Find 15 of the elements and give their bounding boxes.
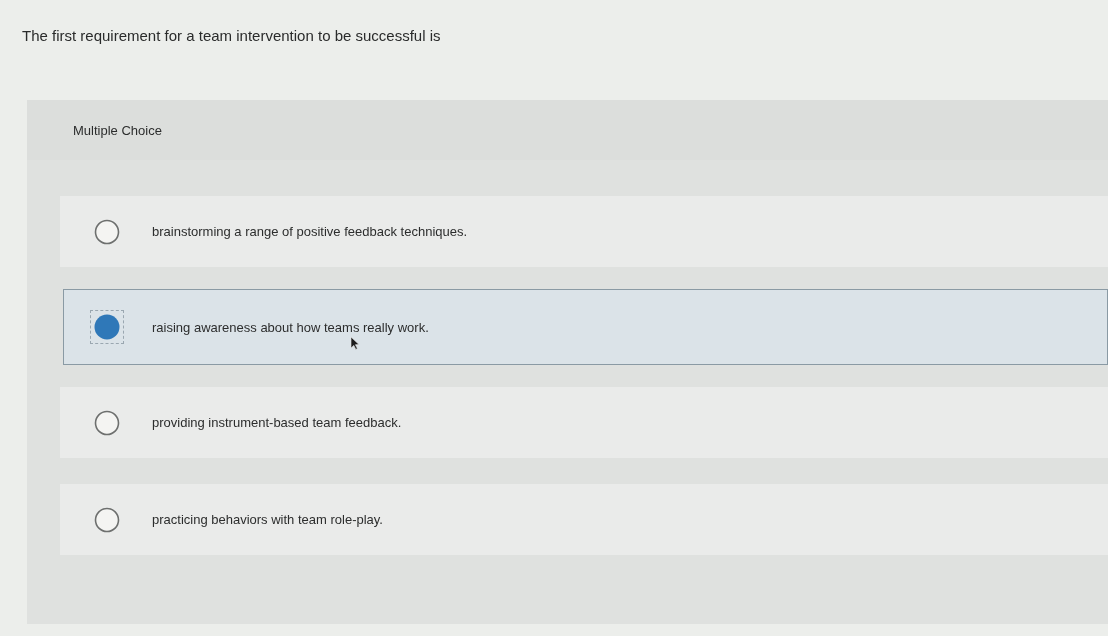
radio-button[interactable] — [94, 506, 120, 533]
option-text: brainstorming a range of positive feedback techniques. — [152, 224, 468, 239]
radio-button[interactable] — [94, 409, 120, 436]
option-text: raising awareness about how teams really work. — [152, 319, 429, 335]
question-type-label: Multiple Choice — [73, 122, 162, 138]
radio-button[interactable] — [94, 218, 120, 245]
answer-option[interactable]: providing instrument-based team feedback. — [60, 387, 1108, 458]
radio-button[interactable] — [94, 314, 120, 340]
mouse-pointer-icon — [350, 336, 360, 350]
answer-option[interactable]: brainstorming a range of positive feedback techniques. — [60, 196, 1108, 267]
answer-option[interactable]: practicing behaviors with team role-play. — [60, 484, 1108, 555]
option-text: practicing behaviors with team role-play. — [152, 512, 383, 527]
answer-option[interactable]: raising awareness about how teams really work. — [63, 289, 1108, 365]
question-text: The first requirement for a team intervention to be successful is — [22, 27, 442, 45]
option-text: providing instrument-based team feedback. — [152, 415, 402, 430]
